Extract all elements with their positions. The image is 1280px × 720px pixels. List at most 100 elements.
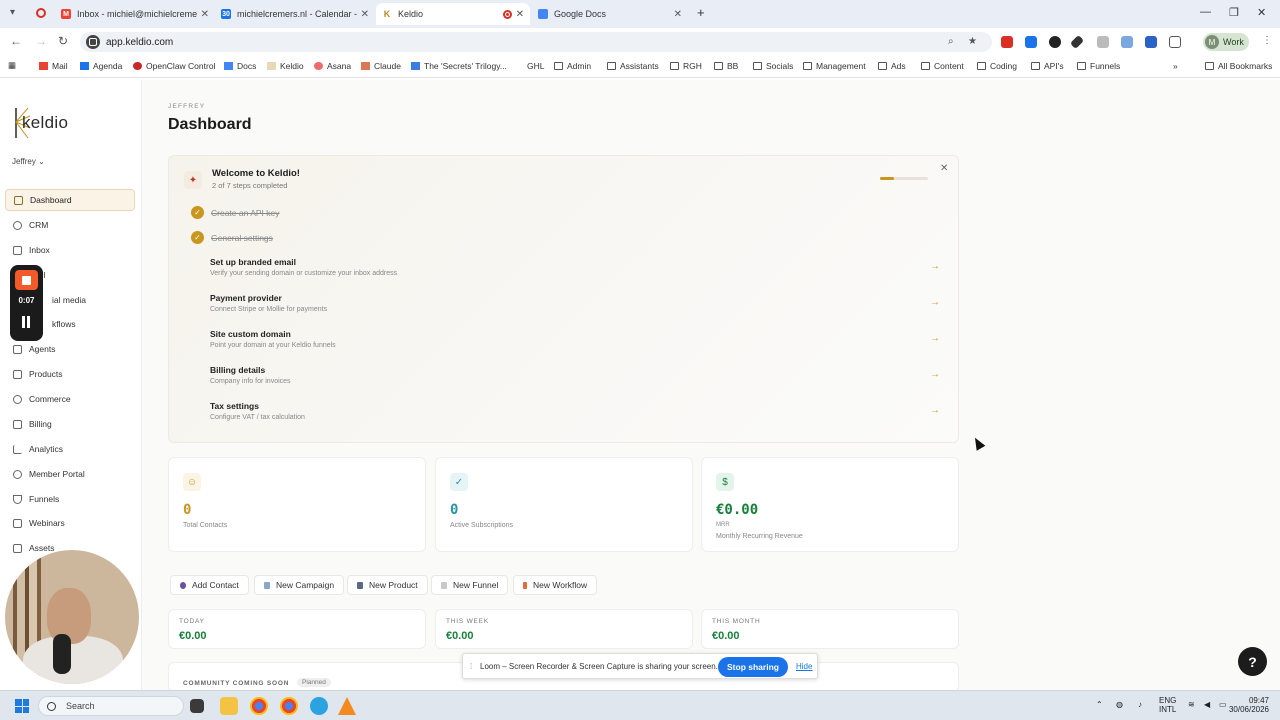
sidebar-item-member-portal[interactable]: Member Portal (5, 463, 135, 485)
site-info-icon[interactable] (86, 35, 100, 49)
new-workflow-button[interactable]: New Workflow (513, 575, 598, 595)
onboarding-step-branded-email[interactable]: Set up branded email Verify your sending… (210, 257, 940, 277)
bookmark-ghl[interactable]: GHL (527, 61, 544, 71)
onboarding-step-tax-settings[interactable]: Tax settings Configure VAT / tax calcula… (210, 401, 940, 421)
bookmark-star-icon[interactable]: ★ (968, 36, 977, 47)
keldio-logo[interactable]: keldio (12, 104, 72, 140)
zoom-icon[interactable]: ⌕ (948, 36, 954, 47)
bookmark-folder-management[interactable]: Management (803, 61, 866, 71)
close-icon[interactable]: ✕ (201, 9, 209, 20)
tab-keldio[interactable]: K Keldio ✕ (376, 3, 530, 25)
chrome-icon[interactable] (250, 697, 268, 715)
bookmark-docs[interactable]: Docs (224, 61, 256, 71)
extension-icon[interactable] (1025, 36, 1037, 48)
sidebar-item-funnels[interactable]: Funnels (5, 488, 135, 510)
drag-handle-icon[interactable]: ⁞ (470, 662, 472, 671)
bookmark-folder-coding[interactable]: Coding (977, 61, 1017, 71)
onboarding-step-custom-domain[interactable]: Site custom domain Point your domain at … (210, 329, 940, 349)
back-button[interactable]: ← (10, 34, 22, 48)
network-icon[interactable]: ◍ (1116, 700, 1123, 709)
stop-sharing-button[interactable]: Stop sharing (718, 657, 788, 677)
extension-icon[interactable] (1097, 36, 1109, 48)
bookmarks-overflow-icon[interactable]: » (1173, 61, 1178, 71)
close-icon[interactable]: ✕ (674, 9, 682, 20)
sidebar-item-billing[interactable]: Billing (5, 413, 135, 435)
extension-icon[interactable] (1121, 36, 1133, 48)
sidebar-item-inbox[interactable]: Inbox (5, 239, 135, 261)
wifi-icon[interactable]: ≋ (1188, 700, 1195, 709)
sidebar-item-webinars[interactable]: Webinars (5, 512, 135, 534)
bookmark-agenda[interactable]: Agenda (80, 61, 122, 71)
bookmark-folder-apis[interactable]: API's (1031, 61, 1064, 71)
bookmark-secrets-trilogy[interactable]: The 'Secrets' Trilogy... (411, 61, 507, 71)
microphone-icon[interactable]: ♪ (1138, 700, 1142, 709)
bookmark-folder-assistants[interactable]: Assistants (607, 61, 659, 71)
bookmark-folder-ads[interactable]: Ads (878, 61, 906, 71)
all-bookmarks-button[interactable]: All Bookmarks (1205, 61, 1272, 71)
forward-button[interactable]: → (35, 34, 47, 48)
chrome-profile-icon[interactable] (280, 697, 298, 715)
sidebar-item-agents[interactable]: Agents (5, 338, 135, 360)
sidebar-item-crm[interactable]: CRM (5, 214, 135, 236)
new-tab-button[interactable]: + (697, 5, 705, 20)
onboarding-step-done[interactable]: ✓ General settings (191, 231, 273, 244)
new-product-button[interactable]: New Product (347, 575, 428, 595)
tab-gmail[interactable]: M Inbox - michiel@michielcremers ✕ (55, 3, 215, 25)
sidebar-item-dashboard[interactable]: Dashboard (5, 189, 135, 211)
close-icon[interactable]: ✕ (361, 9, 369, 20)
profile-button[interactable]: M Work (1203, 33, 1249, 51)
help-button[interactable]: ? (1238, 647, 1267, 676)
pause-icon[interactable] (21, 316, 32, 328)
telegram-icon[interactable] (310, 697, 328, 715)
bookmark-keldio[interactable]: Keldio (267, 61, 304, 71)
new-campaign-button[interactable]: New Campaign (254, 575, 345, 595)
file-explorer-icon[interactable] (220, 697, 238, 715)
add-contact-button[interactable]: Add Contact (170, 575, 249, 595)
minimize-button[interactable]: — (1200, 6, 1211, 18)
webcam-bubble[interactable] (5, 550, 139, 684)
bookmark-openclaw[interactable]: OpenClaw Control (133, 61, 215, 71)
volume-icon[interactable]: ◀ (1204, 700, 1210, 709)
extension-icon[interactable] (1049, 36, 1061, 48)
stat-card-contacts[interactable]: ☺ 0 Total Contacts (168, 457, 426, 552)
bookmark-folder-bb[interactable]: BB (714, 61, 738, 71)
sidebar-item-analytics[interactable]: Analytics (5, 438, 135, 460)
extension-icon[interactable] (1001, 36, 1013, 48)
restore-button[interactable]: ❐ (1229, 6, 1239, 19)
bookmark-folder-rgh[interactable]: RGH (670, 61, 702, 71)
taskbar-search[interactable]: Search (38, 696, 184, 716)
clock[interactable]: 09:47 30/06/2026 (1227, 696, 1269, 714)
workspace-switcher[interactable]: Jeffrey ⌄ (12, 157, 45, 166)
bookmark-asana[interactable]: Asana (314, 61, 351, 71)
hide-link[interactable]: Hide (796, 662, 812, 671)
tab-search-icon[interactable]: ▾ (10, 7, 15, 18)
tab-calendar[interactable]: 30 michielcremers.nl - Calendar - W ✕ (215, 3, 375, 25)
close-icon[interactable]: ✕ (516, 9, 524, 20)
vlc-icon[interactable] (338, 697, 356, 715)
bookmark-folder-socials[interactable]: Socials (753, 61, 793, 71)
address-bar[interactable]: app.keldio.com (80, 32, 992, 52)
bookmark-mail[interactable]: Mail (39, 61, 68, 71)
bookmark-folder-funnels[interactable]: Funnels (1077, 61, 1120, 71)
new-funnel-button[interactable]: New Funnel (431, 575, 509, 595)
menu-icon[interactable]: ⋮ (1262, 35, 1272, 46)
onboarding-step-done[interactable]: ✓ Create an API key (191, 206, 280, 219)
stop-recording-button[interactable] (15, 270, 38, 290)
close-window-button[interactable]: ✕ (1257, 6, 1266, 19)
sidebar-item-products[interactable]: Products (5, 363, 135, 385)
extension-icon[interactable] (1145, 36, 1157, 48)
stat-card-subscriptions[interactable]: ✓ 0 Active Subscriptions (435, 457, 693, 552)
windows-start-icon[interactable] (15, 699, 29, 713)
apps-icon[interactable]: ▦ (8, 60, 16, 71)
tab-google-docs[interactable]: Google Docs ✕ (532, 3, 688, 25)
onboarding-step-payment-provider[interactable]: Payment provider Connect Stripe or Molli… (210, 293, 940, 313)
bookmark-folder-admin[interactable]: Admin (554, 61, 591, 71)
bookmark-folder-content[interactable]: Content (921, 61, 964, 71)
tray-overflow-icon[interactable]: ⌃ (1096, 700, 1103, 709)
bookmark-claude[interactable]: Claude (361, 61, 401, 71)
task-view-icon[interactable] (190, 699, 204, 713)
language-indicator[interactable]: ENG INTL (1159, 696, 1176, 714)
close-icon[interactable]: ✕ (940, 163, 948, 174)
reload-button[interactable]: ↻ (58, 34, 68, 48)
extensions-puzzle-icon[interactable] (1169, 36, 1181, 48)
